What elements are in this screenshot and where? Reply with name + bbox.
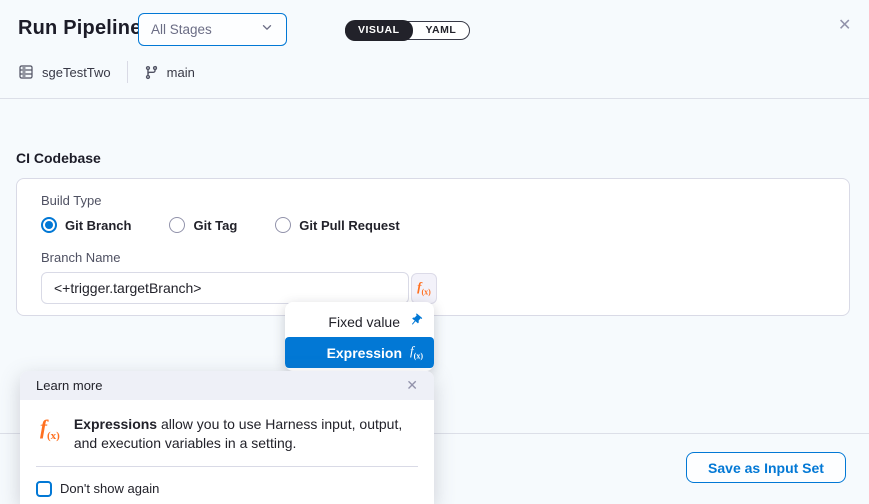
tab-yaml[interactable]: YAML: [413, 21, 470, 40]
branch-name-input[interactable]: [41, 272, 409, 304]
popover-divider: [36, 466, 418, 467]
tab-visual[interactable]: VISUAL: [345, 20, 413, 41]
radio-icon[interactable]: [275, 217, 291, 233]
fx-icon: f(x): [417, 280, 431, 297]
pin-icon: [408, 313, 423, 331]
stage-select-value: All Stages: [151, 22, 212, 37]
ci-codebase-card: Build Type Git Branch Git Tag Git Pull R…: [16, 178, 850, 316]
radio-label: Git Branch: [65, 218, 131, 233]
radio-icon[interactable]: [41, 217, 57, 233]
fx-value-type-button[interactable]: f(x): [411, 273, 437, 304]
branch-name-row: f(x): [41, 272, 825, 304]
fx-icon: f(x): [410, 344, 423, 361]
radio-label: Git Pull Request: [299, 218, 399, 233]
git-branch-icon: [144, 65, 159, 80]
learn-more-popover: Learn more ✕ f(x) Expressions allow you …: [20, 371, 434, 504]
popover-text: Expressions allow you to use Harness inp…: [74, 415, 418, 453]
menu-item-label: Expression: [327, 345, 402, 361]
chevron-down-icon: [260, 20, 274, 39]
popover-text-bold: Expressions: [74, 416, 157, 432]
close-icon[interactable]: ✕: [838, 17, 851, 35]
repo-name: sgeTestTwo: [42, 65, 111, 80]
radio-label: Git Tag: [193, 218, 237, 233]
repo-icon: [18, 64, 34, 80]
run-pipeline-modal: Run Pipeline All Stages VISUAL YAML ✕ sg…: [0, 0, 869, 504]
close-icon[interactable]: ✕: [406, 377, 418, 394]
save-as-input-set-button[interactable]: Save as Input Set: [686, 452, 846, 483]
branch-name-label: Branch Name: [41, 250, 825, 265]
dont-show-again-checkbox[interactable]: [36, 481, 52, 497]
radio-git-tag[interactable]: Git Tag: [169, 217, 237, 233]
value-type-menu: Fixed value Expression f(x): [285, 302, 434, 371]
menu-item-fixed-value[interactable]: Fixed value: [285, 306, 434, 337]
menu-item-label: Fixed value: [328, 314, 400, 330]
view-toggle: VISUAL YAML: [345, 21, 470, 40]
branch-name: main: [167, 65, 195, 80]
radio-git-pull-request[interactable]: Git Pull Request: [275, 217, 399, 233]
radio-git-branch[interactable]: Git Branch: [41, 217, 131, 233]
dont-show-again-label: Don't show again: [60, 481, 159, 496]
section-title-ci-codebase: CI Codebase: [16, 150, 101, 166]
stage-select[interactable]: All Stages: [138, 13, 287, 46]
fx-icon: f(x): [40, 417, 60, 453]
menu-item-expression[interactable]: Expression f(x): [285, 337, 434, 368]
popover-title: Learn more: [36, 378, 102, 393]
radio-icon[interactable]: [169, 217, 185, 233]
popover-header: Learn more ✕: [20, 371, 434, 400]
divider: [127, 61, 128, 83]
dont-show-again-row[interactable]: Don't show again: [36, 481, 434, 497]
build-type-label: Build Type: [41, 193, 825, 208]
build-type-options: Git Branch Git Tag Git Pull Request: [41, 217, 825, 233]
header-divider: [0, 98, 869, 99]
codebase-summary: sgeTestTwo main: [18, 61, 195, 83]
popover-body: f(x) Expressions allow you to use Harnes…: [20, 400, 434, 453]
page-title: Run Pipeline: [18, 17, 142, 40]
